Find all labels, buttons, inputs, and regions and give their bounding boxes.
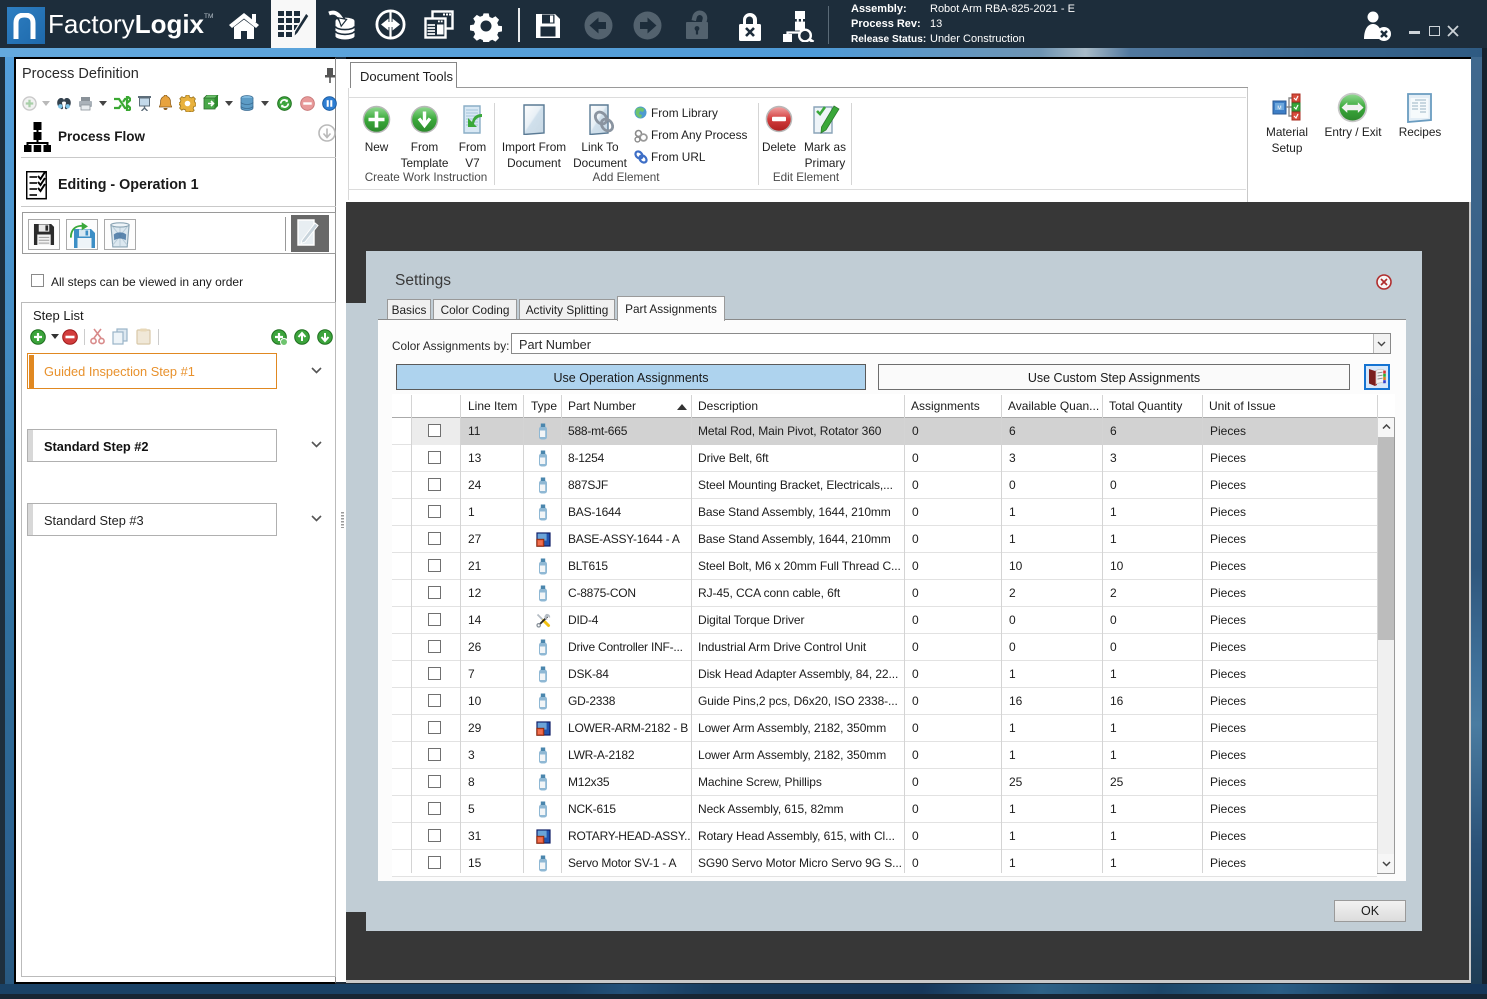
- svg-text:M: M: [1277, 106, 1281, 112]
